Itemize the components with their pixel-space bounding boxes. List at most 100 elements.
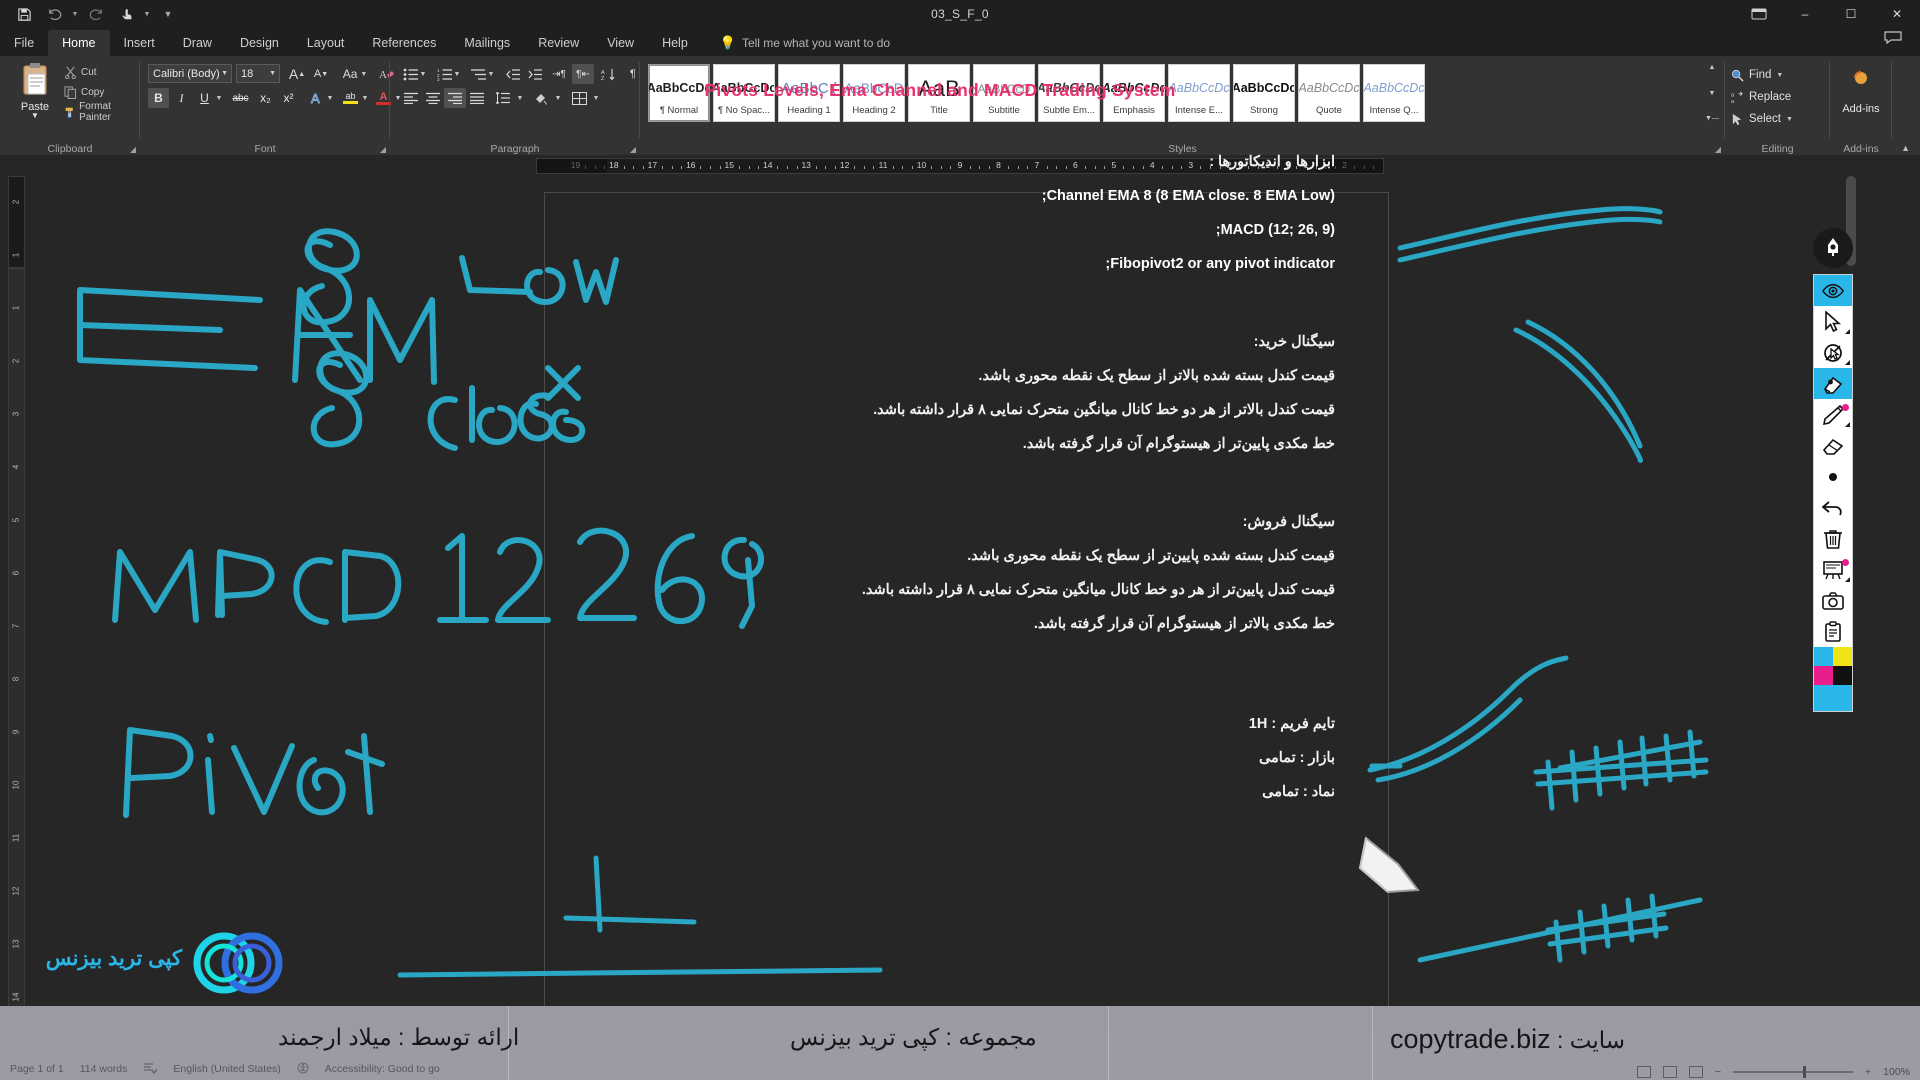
redo-icon[interactable] [82,2,110,26]
customize-qat-icon[interactable]: ▼ [154,2,182,26]
zoom-level[interactable]: 100% [1883,1066,1910,1078]
save-icon[interactable] [10,2,38,26]
paste-dropdown-icon[interactable]: ▼ [12,111,58,120]
status-page[interactable]: Page 1 of 1 [10,1063,64,1075]
pen-icon[interactable] [1814,399,1852,430]
tab-layout[interactable]: Layout [293,30,359,56]
color-swatch-0[interactable] [1814,647,1833,666]
style-card-intense-q[interactable]: AaBbCcDc Intense Q... [1363,64,1425,122]
tab-references[interactable]: References [358,30,450,56]
print-layout-icon[interactable] [1662,1066,1677,1078]
line-spacing-button[interactable] [492,88,514,108]
select-dropdown-icon[interactable]: ▼ [1786,116,1793,123]
underline-dropdown-icon[interactable]: ▼ [213,88,225,108]
status-words[interactable]: 114 words [80,1063,128,1075]
web-layout-icon[interactable] [1688,1066,1703,1078]
align-center-button[interactable] [422,88,444,108]
underline-button[interactable]: U [194,88,215,108]
highlighter-icon[interactable] [1814,368,1852,399]
change-case-button[interactable]: Aa ▼ [338,64,372,84]
find-dropdown-icon[interactable]: ▼ [1776,72,1783,79]
tab-design[interactable]: Design [226,30,293,56]
ribbon-display-options-icon[interactable] [1736,0,1782,28]
clipboard-icon[interactable] [1814,616,1852,647]
tool-submenu-icon[interactable] [1845,422,1850,427]
zoom-slider[interactable] [1733,1066,1853,1078]
vertical-ruler[interactable]: 2 1 1 2 3 4 5 6 7 8 9 10 11 12 13 14 [8,176,25,1046]
shrink-font-button[interactable]: A ▼ [310,64,332,84]
strikethrough-button[interactable]: abc [230,88,251,108]
tab-home[interactable]: Home [48,30,110,56]
zoom-slider-knob[interactable] [1802,1066,1806,1078]
cut-button[interactable]: Cut [62,62,136,82]
tab-insert[interactable]: Insert [110,30,169,56]
tab-draw[interactable]: Draw [169,30,226,56]
comments-icon[interactable] [1884,31,1902,47]
italic-button[interactable]: I [171,88,192,108]
tab-help[interactable]: Help [648,30,702,56]
tool-submenu-icon[interactable] [1845,577,1850,582]
undo-arrow-icon[interactable] [1814,492,1852,523]
replace-button[interactable]: aa Replace [1725,86,1793,108]
tab-view[interactable]: View [593,30,648,56]
camera-icon[interactable] [1814,585,1852,616]
no-pointer-icon[interactable] [1814,337,1852,368]
maximize-button[interactable]: ☐ [1828,0,1874,28]
font-name-dropdown-icon[interactable]: ▼ [221,70,228,77]
font-name-input[interactable]: Calibri (Body) ▼ [148,64,232,83]
align-left-button[interactable] [400,88,422,108]
multilevel-dropdown-icon[interactable]: ▼ [485,64,497,84]
pen-logo-icon[interactable] [1813,228,1853,268]
bold-button[interactable]: B [148,88,169,108]
whiteboard-icon[interactable] [1814,554,1852,585]
touch-mode-dropdown-icon[interactable]: ▼ [142,2,152,26]
align-right-button[interactable] [444,88,466,108]
style-scroll-down-icon[interactable]: ▼ [1709,90,1716,97]
format-painter-button[interactable]: Format Painter [62,101,136,123]
font-size-input[interactable]: 18 ▼ [236,64,280,83]
increase-indent-button[interactable] [524,64,546,84]
color-swatch-2[interactable] [1814,666,1833,685]
paste-button[interactable]: Paste ▼ [12,62,58,120]
undo-icon[interactable] [40,2,68,26]
active-color-bar[interactable] [1814,685,1852,711]
close-button[interactable]: ✕ [1874,0,1920,28]
find-button[interactable]: Find ▼ [1725,64,1793,86]
tab-review[interactable]: Review [524,30,593,56]
highlight-button[interactable]: ab [340,88,361,108]
styles-dialog-launcher[interactable]: ◢ [1715,145,1721,154]
ink-tool-strip[interactable] [1813,274,1853,712]
font-size-dropdown-icon[interactable]: ▼ [269,70,276,77]
decrease-indent-button[interactable] [502,64,524,84]
grow-font-button[interactable]: A ▲ [286,64,308,84]
bullets-dropdown-icon[interactable]: ▼ [417,64,429,84]
color-swatch-1[interactable] [1833,647,1852,666]
select-button[interactable]: Select ▼ [1725,108,1793,130]
tab-mailings[interactable]: Mailings [450,30,524,56]
tool-submenu-icon[interactable] [1845,329,1850,334]
minimize-button[interactable]: – [1782,0,1828,28]
tool-submenu-icon[interactable] [1845,360,1850,365]
add-ins-button[interactable]: Add-ins [1838,68,1884,115]
trash-icon[interactable] [1814,523,1852,554]
style-scroll-up-icon[interactable]: ▲ [1709,64,1716,71]
eye-icon[interactable] [1814,275,1852,306]
highlight-dropdown-icon[interactable]: ▼ [359,88,371,108]
font-dialog-launcher[interactable]: ◢ [380,145,386,154]
zoom-out-button[interactable]: − [1715,1066,1721,1078]
copy-button[interactable]: Copy [62,82,136,102]
clipboard-dialog-launcher[interactable]: ◢ [130,145,136,154]
tell-me-search[interactable]: 💡 Tell me what you want to do [702,30,900,56]
eraser-icon[interactable] [1814,430,1852,461]
collapse-ribbon-icon[interactable]: ▲ [1901,143,1910,153]
document-body[interactable]: Pivots Levels, Ema Channel and MACD Trad… [545,80,1335,809]
ink-toolbar[interactable] [1812,228,1854,712]
cursor-arrow-icon[interactable] [1814,306,1852,337]
tab-file[interactable]: File [0,30,48,56]
undo-dropdown-icon[interactable]: ▼ [70,2,80,26]
superscript-button[interactable]: x² [278,88,299,108]
subscript-button[interactable]: x₂ [255,88,276,108]
style-more-icon[interactable]: ▼— [1705,115,1719,122]
text-effects-dropdown-icon[interactable]: ▼ [324,88,336,108]
justify-button[interactable] [466,88,488,108]
